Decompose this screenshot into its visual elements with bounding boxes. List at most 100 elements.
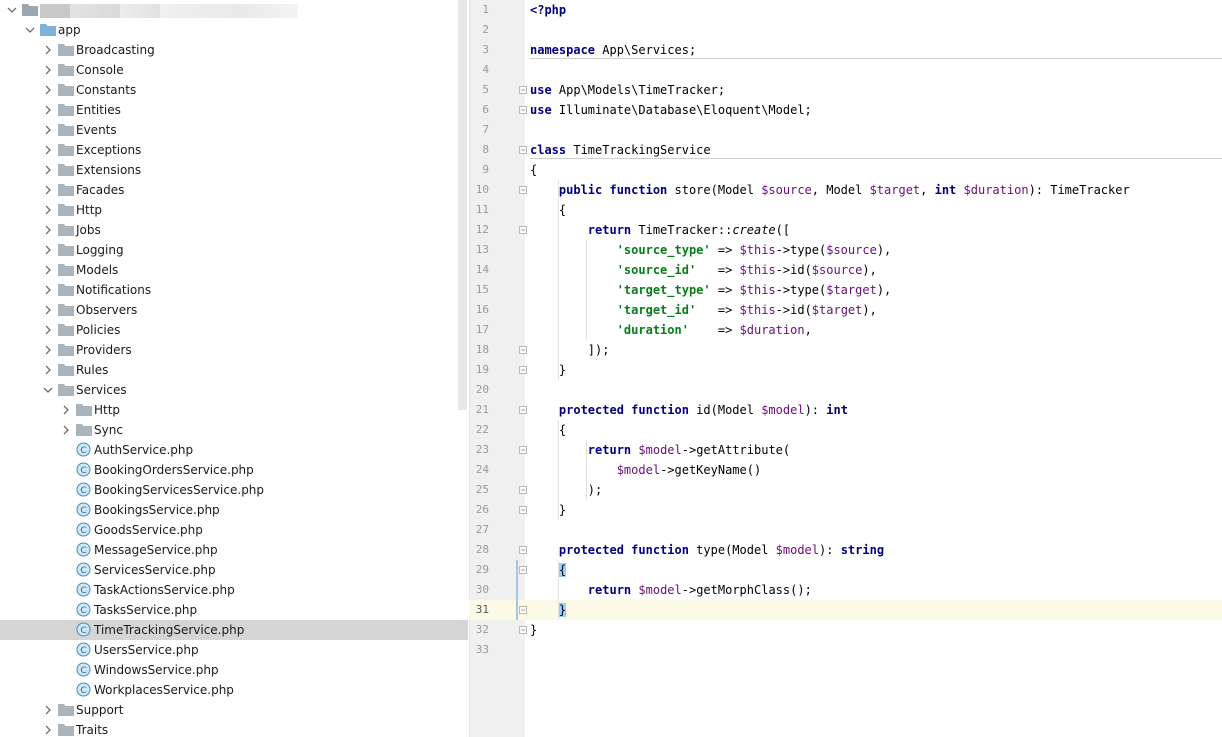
code-line[interactable]: 2 — [469, 20, 1222, 40]
fold-marker-icon[interactable] — [519, 606, 527, 614]
code-line[interactable]: 25 ); — [469, 480, 1222, 500]
chevron-right-icon[interactable] — [60, 423, 72, 437]
code-line[interactable]: 9{ — [469, 160, 1222, 180]
fold-marker-icon[interactable] — [519, 446, 527, 454]
fold-marker-icon[interactable] — [519, 546, 527, 554]
tree-item-goodsservice-php[interactable]: C GoodsService.php — [0, 520, 468, 540]
code-line[interactable]: 28 protected function type(Model $model)… — [469, 540, 1222, 560]
code-line[interactable]: 13 'source_type' => $this->type($source)… — [469, 240, 1222, 260]
fold-marker-icon[interactable] — [519, 346, 527, 354]
code-line[interactable]: 14 'source_id' => $this->id($source), — [469, 260, 1222, 280]
code-line[interactable]: 20 — [469, 380, 1222, 400]
tree-item-app[interactable]: app — [0, 20, 468, 40]
code-line[interactable]: 29 { — [469, 560, 1222, 580]
tree-item-jobs[interactable]: Jobs — [0, 220, 468, 240]
code-line[interactable]: 1 <?php — [469, 0, 1222, 20]
code-line[interactable]: 27 — [469, 520, 1222, 540]
chevron-right-icon[interactable] — [60, 403, 72, 417]
code-line[interactable]: 32} — [469, 620, 1222, 640]
tree-item-policies[interactable]: Policies — [0, 320, 468, 340]
chevron-right-icon[interactable] — [42, 283, 54, 297]
chevron-right-icon[interactable] — [42, 363, 54, 377]
tree-item-notifications[interactable]: Notifications — [0, 280, 468, 300]
code-line[interactable]: 31 } — [469, 600, 1222, 620]
code-line[interactable]: 22 { — [469, 420, 1222, 440]
chevron-right-icon[interactable] — [42, 303, 54, 317]
fold-marker-icon[interactable] — [519, 146, 527, 154]
code-line[interactable]: 6 use Illuminate\Database\Eloquent\Model; — [469, 100, 1222, 120]
chevron-right-icon[interactable] — [42, 183, 54, 197]
tree-item-http[interactable]: Http — [0, 400, 468, 420]
tree-item-extensions[interactable]: Extensions — [0, 160, 468, 180]
chevron-down-icon[interactable] — [42, 383, 54, 397]
chevron-right-icon[interactable] — [42, 223, 54, 237]
chevron-right-icon[interactable] — [42, 103, 54, 117]
fold-marker-icon[interactable] — [519, 506, 527, 514]
code-line[interactable]: 3 namespace App\Services; — [469, 40, 1222, 60]
chevron-right-icon[interactable] — [42, 703, 54, 717]
tree-item-traits[interactable]: Traits — [0, 720, 468, 737]
tree-item-messageservice-php[interactable]: C MessageService.php — [0, 540, 468, 560]
chevron-right-icon[interactable] — [42, 263, 54, 277]
code-line[interactable]: 12 return TimeTracker::create([ — [469, 220, 1222, 240]
chevron-right-icon[interactable] — [42, 83, 54, 97]
chevron-right-icon[interactable] — [42, 43, 54, 57]
fold-marker-icon[interactable] — [519, 626, 527, 634]
chevron-right-icon[interactable] — [42, 243, 54, 257]
tree-item-events[interactable]: Events — [0, 120, 468, 140]
tree-item-models[interactable]: Models — [0, 260, 468, 280]
chevron-right-icon[interactable] — [42, 343, 54, 357]
tree-item-bookingservicesservice-php[interactable]: C BookingServicesService.php — [0, 480, 468, 500]
tree-item-authservice-php[interactable]: C AuthService.php — [0, 440, 468, 460]
fold-marker-icon[interactable] — [519, 106, 527, 114]
code-line[interactable]: 10 public function store(Model $source, … — [469, 180, 1222, 200]
fold-marker-icon[interactable] — [519, 566, 527, 574]
code-line[interactable]: 33 — [469, 640, 1222, 660]
code-line[interactable]: 16 'target_id' => $this->id($target), — [469, 300, 1222, 320]
chevron-right-icon[interactable] — [42, 163, 54, 177]
tree-item-providers[interactable]: Providers — [0, 340, 468, 360]
tree-item-bookingordersservice-php[interactable]: C BookingOrdersService.php — [0, 460, 468, 480]
tree-item-windowsservice-php[interactable]: C WindowsService.php — [0, 660, 468, 680]
code-line[interactable]: 4 — [469, 60, 1222, 80]
tree-item-support[interactable]: Support — [0, 700, 468, 720]
tree-item-console[interactable]: Console — [0, 60, 468, 80]
fold-marker-icon[interactable] — [519, 226, 527, 234]
tree-item-services[interactable]: Services — [0, 380, 468, 400]
code-line[interactable]: 17 'duration' => $duration, — [469, 320, 1222, 340]
chevron-right-icon[interactable] — [42, 203, 54, 217]
tree-item-exceptions[interactable]: Exceptions — [0, 140, 468, 160]
code-line[interactable]: 23 return $model->getAttribute( — [469, 440, 1222, 460]
tree-item-broadcasting[interactable]: Broadcasting — [0, 40, 468, 60]
tree-item-constants[interactable]: Constants — [0, 80, 468, 100]
tree-item-facades[interactable]: Facades — [0, 180, 468, 200]
tree-item-taskactionsservice-php[interactable]: C TaskActionsService.php — [0, 580, 468, 600]
code-line[interactable]: 11 { — [469, 200, 1222, 220]
fold-marker-icon[interactable] — [519, 186, 527, 194]
code-line[interactable]: 30 return $model->getMorphClass(); — [469, 580, 1222, 600]
chevron-down-icon[interactable] — [6, 3, 18, 17]
chevron-right-icon[interactable] — [42, 63, 54, 77]
code-line[interactable]: 15 'target_type' => $this->type($target)… — [469, 280, 1222, 300]
tree-item-logging[interactable]: Logging — [0, 240, 468, 260]
tree-item-sync[interactable]: Sync — [0, 420, 468, 440]
tree-scrollbar[interactable] — [458, 0, 467, 410]
tree-item-rules[interactable]: Rules — [0, 360, 468, 380]
tree-item-workplacesservice-php[interactable]: C WorkplacesService.php — [0, 680, 468, 700]
tree-item-http[interactable]: Http — [0, 200, 468, 220]
tree-item-timetrackingservice-php[interactable]: C TimeTrackingService.php — [0, 620, 468, 640]
tree-item-bookingsservice-php[interactable]: C BookingsService.php — [0, 500, 468, 520]
chevron-right-icon[interactable] — [42, 123, 54, 137]
chevron-down-icon[interactable] — [24, 23, 36, 37]
tree-root-row[interactable] — [0, 0, 468, 20]
chevron-right-icon[interactable] — [42, 323, 54, 337]
code-line[interactable]: 26 } — [469, 500, 1222, 520]
fold-marker-icon[interactable] — [519, 86, 527, 94]
fold-marker-icon[interactable] — [519, 406, 527, 414]
code-line[interactable]: 19 } — [469, 360, 1222, 380]
fold-marker-icon[interactable] — [519, 366, 527, 374]
code-line[interactable]: 18 ]); — [469, 340, 1222, 360]
tree-item-observers[interactable]: Observers — [0, 300, 468, 320]
code-line[interactable]: 21 protected function id(Model $model): … — [469, 400, 1222, 420]
tree-item-tasksservice-php[interactable]: C TasksService.php — [0, 600, 468, 620]
